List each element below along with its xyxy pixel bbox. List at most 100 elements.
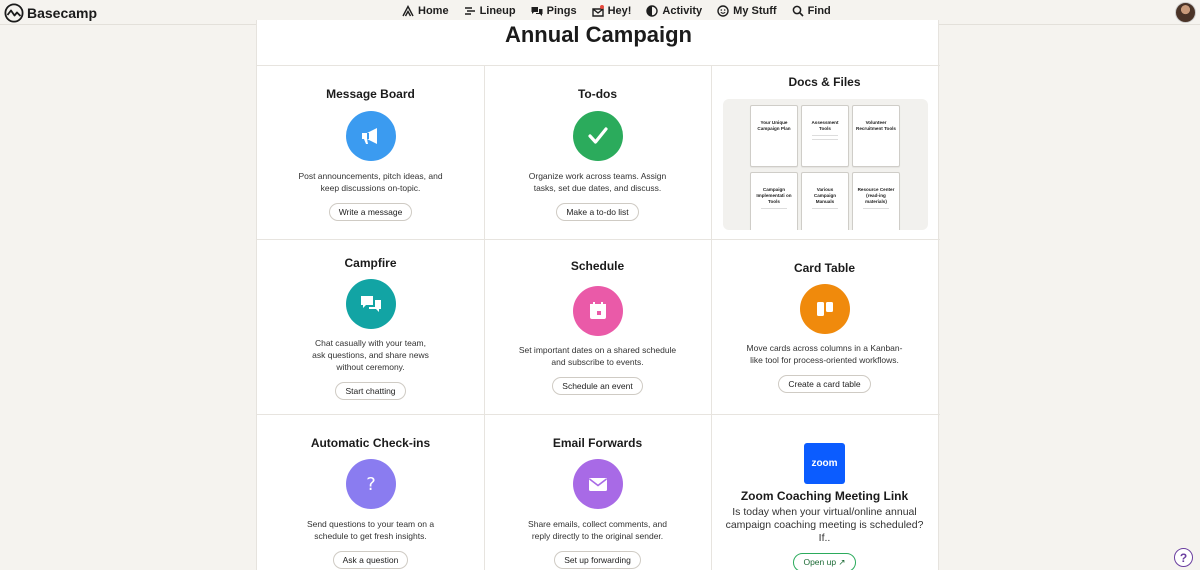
main-nav: Home Lineup Pings Hey! Activity My Stuff… [402, 5, 831, 17]
svg-text:?: ? [366, 474, 376, 495]
docs-thumbnails[interactable]: Your Unique Campaign Plan Assessment Too… [723, 99, 928, 230]
doc-preview-line [812, 208, 838, 209]
checkins-description: Send questions to your team on a schedul… [306, 519, 435, 541]
message-board-title: Message Board [326, 87, 415, 101]
campfire-description: Chat casually with your team, ask questi… [312, 338, 429, 372]
make-todo-list-button[interactable]: Make a to-do list [556, 203, 639, 221]
doc-thumbnail[interactable]: Volunteer Recruitment Tools [852, 105, 900, 167]
doc-title: Resource Center (read-ing materials) [857, 187, 895, 204]
nav-activity[interactable]: Activity [646, 5, 702, 17]
zoom-logo: zoom [804, 443, 845, 484]
checkins-title: Automatic Check-ins [310, 436, 431, 450]
pings-icon [531, 7, 543, 16]
doc-title: Volunteer Recruitment Tools [856, 120, 896, 131]
card-table-icon-circle [799, 284, 850, 334]
email-forwards-card[interactable]: Email Forwards Share emails, collect com… [484, 436, 711, 569]
nav-pings[interactable]: Pings [531, 5, 577, 17]
zoom-title: Zoom Coaching Meeting Link [740, 489, 909, 503]
set-up-forwarding-button[interactable]: Set up forwarding [554, 551, 641, 569]
doc-preview-line [761, 208, 787, 209]
email-forwards-icon-circle [572, 459, 623, 509]
basecamp-logo[interactable]: Basecamp [4, 3, 97, 23]
nav-pings-label: Pings [546, 5, 577, 17]
create-card-table-button[interactable]: Create a card table [778, 375, 871, 393]
message-board-card[interactable]: Message Board Post announcements, pitch … [257, 87, 484, 221]
divider [257, 65, 940, 66]
nav-home-label: Home [418, 5, 449, 17]
help-button[interactable]: ? [1174, 548, 1193, 567]
doc-preview-line [863, 208, 889, 209]
card-table-description: Move cards across columns in a Kanban-li… [746, 343, 903, 365]
todos-icon-circle [572, 111, 623, 161]
divider [257, 414, 940, 415]
search-icon [792, 5, 804, 17]
doc-thumbnail[interactable]: Your Unique Campaign Plan [750, 105, 798, 167]
basecamp-logo-icon [4, 3, 24, 23]
home-icon [402, 5, 414, 17]
todos-card[interactable]: To-dos Organize work across teams. Assig… [484, 87, 711, 221]
open-up-button[interactable]: Open up ↗ [793, 553, 856, 570]
card-table-card[interactable]: Card Table Move cards across columns in … [711, 261, 938, 393]
question-mark-icon: ? [366, 474, 376, 495]
avatar[interactable] [1175, 2, 1196, 23]
ask-question-button[interactable]: Ask a question [332, 551, 409, 569]
card-table-title: Card Table [793, 261, 856, 275]
activity-icon [646, 5, 659, 17]
megaphone-icon [361, 128, 377, 144]
doc-thumbnail[interactable]: Resource Center (read-ing materials) [852, 172, 900, 230]
doc-thumbnail[interactable]: Assessment Tools [801, 105, 849, 167]
card-columns-icon [816, 302, 833, 316]
campfire-card[interactable]: Campfire Chat casually with your team, a… [257, 256, 484, 400]
nav-home[interactable]: Home [402, 5, 449, 17]
project-sheet: Annual Campaign Message Board Post annou… [256, 20, 940, 570]
doc-title: Your Unique Campaign Plan [757, 120, 791, 131]
nav-activity-label: Activity [662, 5, 703, 17]
chat-bubbles-icon [360, 296, 381, 312]
checkins-icon-circle: ? [345, 459, 396, 509]
nav-lineup[interactable]: Lineup [464, 5, 516, 17]
nav-hey-label: Hey! [607, 5, 632, 17]
doc-title: Assessment Tools [811, 120, 839, 131]
schedule-description: Set important dates on a shared schedule… [518, 345, 677, 367]
page-title: Annual Campaign [504, 22, 692, 47]
divider [257, 239, 940, 240]
schedule-icon-circle [572, 286, 623, 336]
doc-title: Various Campaign Manuals [813, 187, 837, 204]
message-board-icon-circle [345, 111, 396, 161]
app-name: Basecamp [27, 5, 98, 21]
zoom-description: Is today when your virtual/online annual… [725, 506, 924, 544]
nav-my-stuff[interactable]: My Stuff [717, 5, 777, 17]
lineup-icon [464, 7, 475, 15]
doc-preview-line [812, 139, 838, 140]
start-chatting-button[interactable]: Start chatting [335, 382, 406, 400]
email-forwards-title: Email Forwards [552, 436, 643, 450]
nav-lineup-label: Lineup [479, 5, 516, 17]
campfire-title: Campfire [344, 256, 397, 270]
nav-my-stuff-label: My Stuff [733, 5, 777, 17]
write-message-button[interactable]: Write a message [328, 203, 413, 221]
doc-thumbnail[interactable]: Campaign Implementati on Tools [750, 172, 798, 230]
nav-find[interactable]: Find [792, 5, 831, 17]
todos-title: To-dos [577, 87, 618, 101]
email-forwards-description: Share emails, collect comments, and repl… [528, 519, 667, 541]
doc-thumbnail[interactable]: Various Campaign Manuals [801, 172, 849, 230]
schedule-card[interactable]: Schedule Set important dates on a shared… [484, 259, 711, 395]
checkins-card[interactable]: Automatic Check-ins ? Send questions to … [257, 436, 484, 569]
checkmark-icon [587, 127, 608, 144]
docs-card[interactable]: Docs & Files [711, 75, 938, 89]
envelope-icon [588, 478, 607, 491]
message-board-description: Post announcements, pitch ideas, and kee… [298, 171, 443, 193]
zoom-card[interactable]: zoom Zoom Coaching Meeting Link Is today… [711, 443, 938, 570]
campfire-icon-circle [345, 279, 396, 329]
doc-title: Campaign Implementati on Tools [756, 187, 792, 204]
todos-description: Organize work across teams. Assign tasks… [528, 171, 667, 193]
doc-preview-line [812, 135, 838, 136]
my-stuff-icon [717, 5, 729, 17]
docs-title: Docs & Files [788, 75, 861, 89]
nav-hey[interactable]: Hey! [591, 5, 632, 17]
hey-icon [591, 5, 604, 17]
calendar-icon [589, 302, 606, 319]
schedule-title: Schedule [570, 259, 625, 273]
schedule-event-button[interactable]: Schedule an event [552, 377, 643, 395]
nav-find-label: Find [807, 5, 831, 17]
